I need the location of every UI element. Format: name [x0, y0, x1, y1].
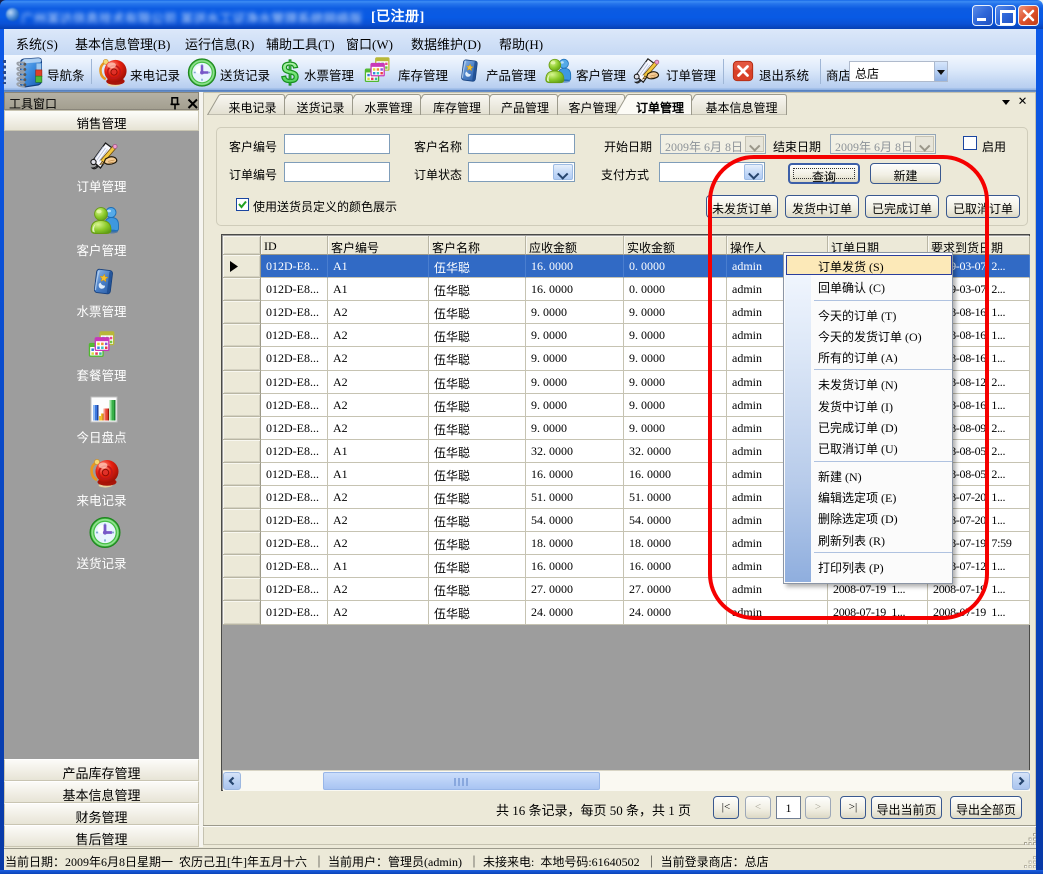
svg-text:$: $ — [281, 56, 298, 88]
